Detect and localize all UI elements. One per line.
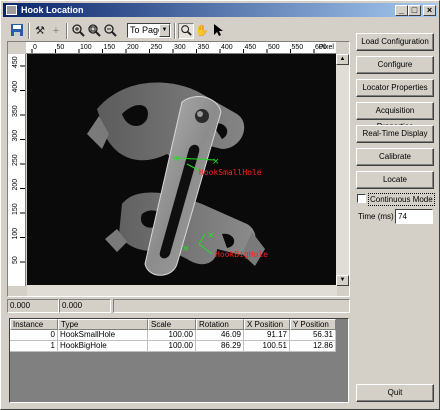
table-cell: 100.00 bbox=[148, 341, 196, 352]
column-header[interactable]: X Position bbox=[244, 319, 290, 330]
ruler-tick-label: 400 bbox=[221, 44, 233, 51]
ruler-tick-label: 250 bbox=[12, 154, 19, 166]
ruler-tick-label: 250 bbox=[151, 44, 163, 51]
ruler-tick-label: 150 bbox=[12, 203, 19, 215]
chevron-down-icon[interactable]: ▼ bbox=[159, 24, 170, 37]
close-button[interactable]: × bbox=[423, 5, 436, 16]
ruler-tick-label: 350 bbox=[12, 105, 19, 117]
results-table[interactable]: Instance Type Scale Rotation X Position Y Pos… bbox=[9, 318, 349, 403]
calibrate-button[interactable]: Calibrate bbox=[356, 148, 434, 166]
ruler-tick-label: 0 bbox=[33, 44, 37, 51]
hook-location-window: Hook Location _ □ × ⚒ + To Page ▼ ✋ 0 50… bbox=[0, 0, 440, 410]
image-toolbar: ⚒ + To Page ▼ ✋ bbox=[7, 21, 352, 41]
svg-text:×: × bbox=[172, 154, 180, 164]
zoom-out-icon[interactable] bbox=[102, 23, 118, 39]
svg-text:×: × bbox=[212, 157, 220, 167]
time-label: Time (ms) bbox=[358, 212, 394, 221]
image-viewer: 0 50 100 150 200 250 300 350 400 450 500 550 600 Pix… bbox=[7, 41, 350, 297]
table-cell: 1 bbox=[10, 341, 58, 352]
ruler-tick-label: 50 bbox=[12, 256, 19, 264]
configure-button[interactable]: Configure bbox=[356, 56, 434, 74]
horizontal-scrollbar[interactable] bbox=[27, 285, 337, 296]
table-cell: 46.09 bbox=[196, 330, 244, 341]
status-field-empty bbox=[113, 299, 350, 313]
column-header[interactable]: Rotation bbox=[196, 319, 244, 330]
locator-properties-button[interactable]: Locator Properties bbox=[356, 79, 434, 97]
continuous-mode-checkbox[interactable] bbox=[357, 194, 366, 203]
svg-text:×: × bbox=[207, 231, 215, 241]
table-cell: 0 bbox=[10, 330, 58, 341]
ruler-tick-label: 300 bbox=[174, 44, 186, 51]
table-cell: 91.17 bbox=[244, 330, 290, 341]
horizontal-ruler: 0 50 100 150 200 250 300 350 400 450 500 550 600 Pix… bbox=[26, 42, 336, 54]
ruler-tick-label: 300 bbox=[12, 130, 19, 142]
ruler-tick-label: 100 bbox=[12, 228, 19, 240]
hand-pan-icon[interactable]: ✋ bbox=[194, 23, 210, 39]
hook-small-hole-label: HookSmallHole bbox=[199, 168, 262, 177]
scroll-up-icon[interactable]: ▲ bbox=[336, 54, 349, 65]
status-field-left: 0.000 bbox=[7, 299, 59, 313]
status-field-right: 0.000 bbox=[59, 299, 111, 313]
continuous-mode-label[interactable]: Continuous Mode bbox=[368, 193, 435, 206]
table-cell: 86.29 bbox=[196, 341, 244, 352]
save-icon[interactable] bbox=[9, 23, 25, 39]
ruler-tick-label: 450 bbox=[12, 56, 19, 68]
app-icon bbox=[6, 5, 17, 15]
ruler-tick-label: 100 bbox=[80, 44, 92, 51]
ruler-tick-label: 450 bbox=[245, 44, 257, 51]
vertical-ruler: 450 400 350 300 250 200 150 100 50 bbox=[8, 54, 26, 286]
table-header-row: Instance Type Scale Rotation X Position Y Pos… bbox=[10, 319, 336, 330]
ruler-unit-label: Pixel bbox=[318, 44, 334, 51]
vertical-scrollbar[interactable]: ▲ ▼ bbox=[336, 54, 349, 286]
table-cell: HookBigHole bbox=[58, 341, 148, 352]
ruler-tick-label: 350 bbox=[198, 44, 210, 51]
table-row[interactable]: 0 HookSmallHole 100.00 46.09 91.17 56.31 bbox=[10, 330, 336, 341]
ruler-tick-label: 550 bbox=[292, 44, 304, 51]
table-cell: 12.86 bbox=[290, 341, 336, 352]
ruler-tick-label: 200 bbox=[127, 44, 139, 51]
real-time-display-button[interactable]: Real-Time Display bbox=[356, 125, 434, 143]
ruler-tick-label: 50 bbox=[57, 44, 65, 51]
zoom-select[interactable]: To Page ▼ bbox=[127, 23, 171, 38]
ruler-tick-label: 200 bbox=[12, 179, 19, 191]
acquisition-properties-button[interactable]: Acquisition Properties bbox=[356, 102, 434, 131]
column-header[interactable]: Instance bbox=[10, 319, 58, 330]
tools-icon[interactable]: ⚒ bbox=[32, 23, 48, 39]
locate-button[interactable]: Locate bbox=[356, 171, 434, 189]
column-header[interactable]: Scale bbox=[148, 319, 196, 330]
minimize-button[interactable]: _ bbox=[395, 5, 408, 16]
table-row[interactable]: 1 HookBigHole 100.00 86.29 100.51 12.86 bbox=[10, 341, 336, 352]
pointer-icon[interactable] bbox=[210, 23, 226, 39]
table-cell: 100.00 bbox=[148, 330, 196, 341]
zoom-fit-icon[interactable] bbox=[86, 23, 102, 39]
ruler-tick-label: 150 bbox=[104, 44, 116, 51]
zoom-in-icon[interactable] bbox=[70, 23, 86, 39]
crosshair-icon[interactable]: + bbox=[48, 23, 64, 39]
ruler-tick-label: 500 bbox=[268, 44, 280, 51]
maximize-button[interactable]: □ bbox=[408, 5, 421, 16]
table-cell: HookSmallHole bbox=[58, 330, 148, 341]
camera-image[interactable]: × × HookSmallHole × × HookBigHole bbox=[27, 54, 337, 286]
magnifier-icon[interactable] bbox=[178, 23, 194, 39]
table-cell: 56.31 bbox=[290, 330, 336, 341]
time-input[interactable]: 74 bbox=[395, 209, 433, 224]
svg-text:×: × bbox=[182, 244, 190, 254]
hook-part-upper bbox=[87, 82, 245, 169]
quit-button[interactable]: Quit bbox=[356, 384, 434, 402]
load-configuration-button[interactable]: Load Configuration bbox=[356, 33, 434, 51]
column-header[interactable]: Y Position bbox=[290, 319, 336, 330]
scroll-down-icon[interactable]: ▼ bbox=[336, 275, 349, 286]
ruler-tick-label: 400 bbox=[12, 81, 19, 93]
title-bar: Hook Location _ □ × bbox=[3, 3, 437, 17]
table-cell: 100.51 bbox=[244, 341, 290, 352]
window-title: Hook Location bbox=[21, 5, 84, 15]
column-header[interactable]: Type bbox=[58, 319, 148, 330]
hook-big-hole-label: HookBigHole bbox=[215, 250, 268, 259]
